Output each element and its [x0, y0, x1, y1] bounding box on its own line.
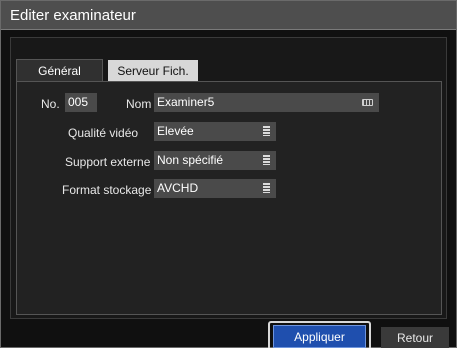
tab-general[interactable]: Général: [16, 59, 103, 81]
video-quality-value: Elevée: [157, 124, 194, 138]
number-value: 005: [68, 95, 89, 109]
keyboard-icon[interactable]: [362, 99, 373, 106]
general-tab-content: [16, 82, 442, 315]
external-support-select[interactable]: Non spécifié: [154, 151, 276, 170]
apply-button[interactable]: Appliquer: [273, 325, 366, 348]
list-icon: [263, 155, 270, 165]
external-support-label: Support externe: [65, 155, 151, 169]
external-support-value: Non spécifié: [157, 153, 224, 167]
title-bar: Editer examinateur: [1, 1, 456, 30]
name-value: Examiner5: [157, 95, 215, 109]
number-field[interactable]: 005: [65, 93, 97, 112]
name-label: Nom: [126, 97, 152, 111]
tab-file-server[interactable]: Serveur Fich.: [108, 60, 198, 82]
video-quality-select[interactable]: Elevée: [154, 122, 276, 141]
back-button[interactable]: Retour: [381, 327, 449, 348]
number-label: No.: [41, 97, 60, 111]
storage-format-select[interactable]: AVCHD: [154, 179, 276, 198]
video-quality-label: Qualité vidéo: [68, 126, 139, 140]
name-field[interactable]: Examiner5: [154, 93, 379, 112]
edit-examiner-dialog: Editer examinateur Général Serveur Fich.…: [0, 0, 457, 348]
tab-panel: Général Serveur Fich.: [10, 37, 447, 319]
storage-format-value: AVCHD: [157, 181, 199, 195]
dialog-title: Editer examinateur: [10, 7, 136, 24]
list-icon: [263, 126, 270, 136]
list-icon: [263, 183, 270, 193]
storage-format-label: Format stockage: [62, 183, 152, 197]
